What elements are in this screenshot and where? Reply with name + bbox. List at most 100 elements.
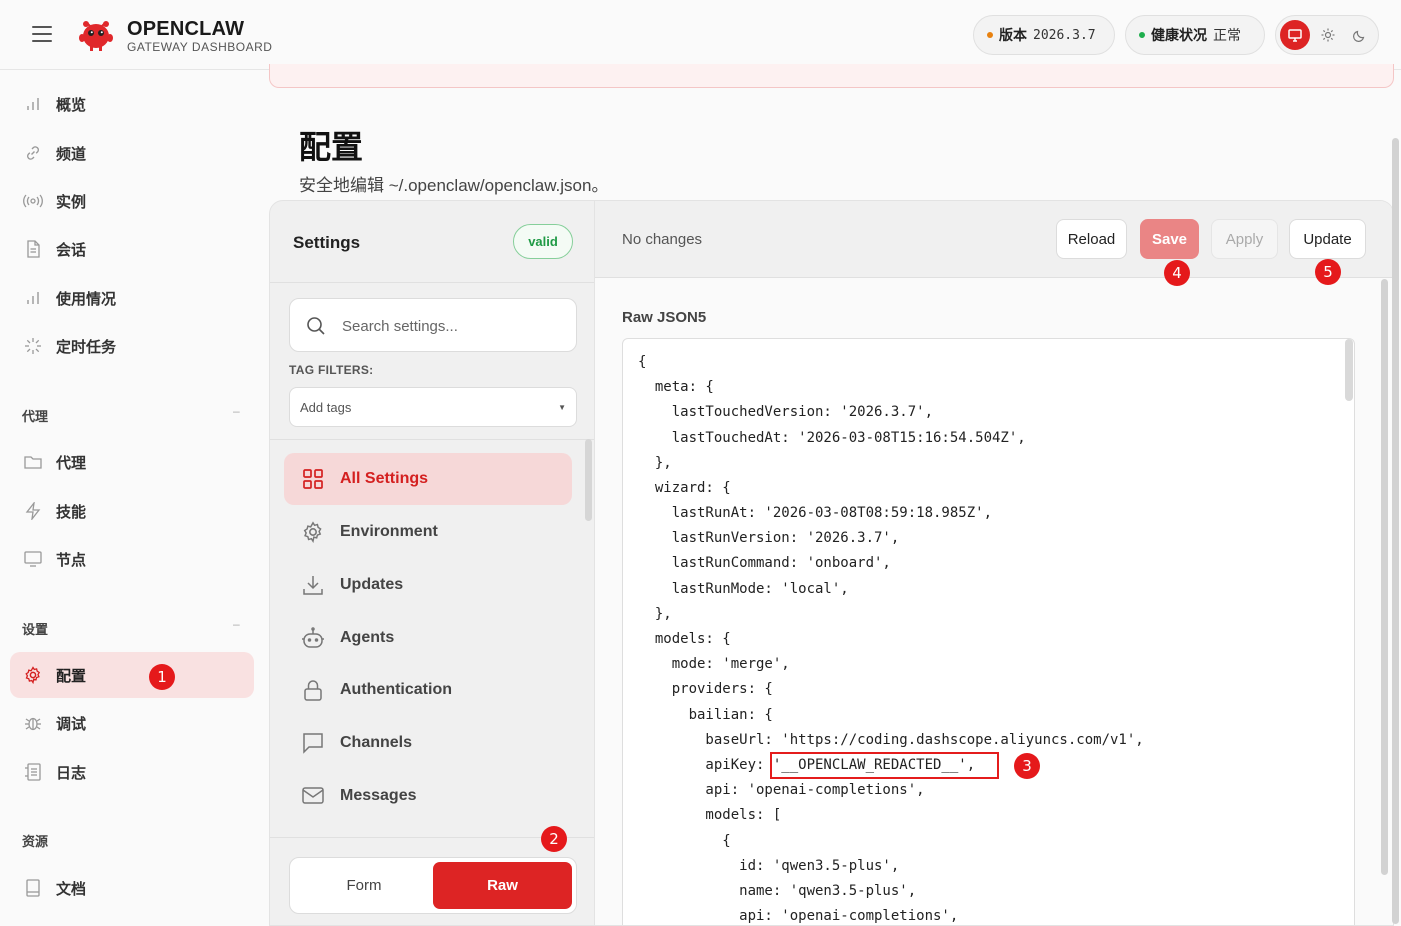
sidebar-item-sessions[interactable]: 会话: [10, 226, 254, 272]
sidebar-item-overview[interactable]: 概览: [10, 81, 254, 127]
section-all-settings[interactable]: All Settings: [284, 453, 572, 505]
section-label: All Settings: [340, 470, 429, 487]
download-icon: [301, 573, 325, 597]
collapse-icon[interactable]: –: [233, 404, 240, 418]
sidebar-item-label: 配置: [56, 667, 87, 685]
code-line: lastTouchedAt: '2026-03-08T15:16:54.504Z…: [638, 430, 1026, 446]
brand-title: OPENCLAW: [127, 18, 245, 40]
mail-icon: [301, 784, 325, 808]
section-label: Agents: [340, 629, 395, 646]
editor-panel: No changes Reload Save Apply Update Raw …: [595, 200, 1394, 926]
sidebar-item-docs[interactable]: 文档: [10, 865, 254, 911]
sidebar-item-agents[interactable]: 代理: [10, 439, 254, 485]
bar-chart-icon: [23, 94, 43, 114]
settings-title: Settings: [293, 233, 361, 252]
sidebar-item-nodes[interactable]: 节点: [10, 536, 254, 582]
sidebar-item-instances[interactable]: 实例: [10, 178, 254, 224]
valid-badge: valid: [513, 224, 573, 259]
alert-banner: [269, 64, 1394, 88]
section-updates[interactable]: Updates: [284, 559, 572, 611]
section-channels[interactable]: Channels: [284, 717, 572, 769]
sidebar-item-label: 技能: [56, 503, 87, 521]
book-icon: [23, 878, 43, 898]
collapse-icon[interactable]: –: [233, 617, 240, 631]
reload-button[interactable]: Reload: [1056, 219, 1127, 259]
annotation-badge-4: 4: [1164, 260, 1190, 286]
code-line: lastTouchedVersion: '2026.3.7',: [638, 404, 934, 420]
section-messages[interactable]: Messages: [284, 770, 572, 822]
sidebar-item-usage[interactable]: 使用情况: [10, 275, 254, 321]
update-button[interactable]: Update: [1289, 219, 1366, 259]
settings-panel: Settings valid TAG FILTERS: Add tags ▼ A…: [269, 200, 595, 926]
sidebar-item-skills[interactable]: 技能: [10, 488, 254, 534]
annotation-badge-3: 3: [1014, 753, 1040, 779]
health-label: 健康状况: [1151, 27, 1207, 43]
bug-icon: [23, 713, 43, 733]
annotation-badge-5: 5: [1315, 259, 1341, 285]
sun-icon[interactable]: [1313, 20, 1343, 50]
chat-icon: [301, 731, 325, 755]
sidebar-item-label: 实例: [56, 193, 87, 211]
code-line: },: [638, 455, 672, 471]
moon-icon[interactable]: [1345, 20, 1375, 50]
code-line: api: 'openai-completions',: [638, 782, 925, 798]
code-line: bailian: {: [638, 707, 773, 723]
sidebar-item-label: 会话: [56, 241, 87, 259]
sidebar-item-debug[interactable]: 调试: [10, 700, 254, 746]
section-agents[interactable]: Agents: [284, 612, 572, 664]
code-line: lastRunAt: '2026-03-08T08:59:18.985Z',: [638, 505, 993, 521]
sidebar-item-logs[interactable]: 日志: [10, 749, 254, 795]
apply-button[interactable]: Apply: [1211, 219, 1278, 259]
gear-icon: [301, 520, 325, 544]
link-icon: [23, 143, 43, 163]
highlight-box: [770, 752, 999, 779]
sidebar-item-label: 日志: [56, 764, 87, 782]
folder-icon: [23, 452, 43, 472]
tag-filter-select[interactable]: Add tags ▼: [289, 387, 577, 427]
code-line: {: [638, 354, 647, 370]
grid-icon: [301, 467, 325, 491]
page-title: 配置: [299, 129, 364, 165]
group-title-resources: 资源: [22, 834, 49, 849]
menu-icon[interactable]: [32, 26, 52, 42]
sidebar-item-label: 调试: [56, 715, 87, 733]
code-line: providers: {: [638, 681, 773, 697]
code-line: models: {: [638, 631, 731, 647]
radio-icon: [23, 191, 43, 211]
sidebar-item-config[interactable]: 配置: [10, 652, 254, 698]
scrollbar[interactable]: [1345, 339, 1353, 401]
settings-header: Settings valid: [270, 201, 594, 283]
form-mode-button[interactable]: Form: [294, 862, 434, 909]
sidebar-item-label: 概览: [56, 96, 87, 114]
sidebar-item-label: 文档: [56, 880, 87, 898]
theme-switcher: [1275, 15, 1379, 55]
editor-toolbar: No changes Reload Save Apply Update: [595, 201, 1393, 278]
annotation-badge-2: 2: [541, 826, 567, 852]
document-icon: [23, 239, 43, 259]
monitor-icon[interactable]: [1280, 20, 1310, 50]
code-line: mode: 'merge',: [638, 656, 790, 672]
section-authentication[interactable]: Authentication: [284, 664, 572, 716]
raw-json-editor[interactable]: { meta: { lastTouchedVersion: '2026.3.7'…: [622, 338, 1355, 925]
group-title-settings: 设置: [22, 622, 49, 637]
sidebar-item-cron[interactable]: 定时任务: [10, 323, 254, 369]
raw-mode-button[interactable]: Raw: [433, 862, 572, 909]
save-button[interactable]: Save: [1140, 219, 1199, 259]
section-environment[interactable]: Environment: [284, 506, 572, 558]
section-label: Environment: [340, 523, 438, 540]
top-bar: OPENCLAW GATEWAY DASHBOARD 版本 2026.3.7 健…: [0, 0, 1401, 70]
scrollbar[interactable]: [1392, 138, 1399, 924]
page-subtitle: 安全地编辑 ~/.openclaw/openclaw.json。: [299, 176, 609, 195]
scrollbar[interactable]: [1381, 279, 1388, 875]
sidebar-nav: 概览 频道 实例 会话 使用情况 定时任务 代理 – 代理 技能 节点 设置 –…: [0, 70, 268, 926]
bar-chart-icon: [23, 288, 43, 308]
code-line: wizard: {: [638, 480, 731, 496]
section-label: Messages: [340, 787, 417, 804]
monitor-icon: [23, 549, 43, 569]
add-tags-label: Add tags: [300, 399, 352, 415]
log-icon: [23, 762, 43, 782]
sidebar-item-channels[interactable]: 频道: [10, 130, 254, 176]
scrollbar[interactable]: [585, 439, 592, 521]
section-label: Authentication: [340, 681, 452, 698]
search-input[interactable]: [342, 313, 562, 339]
